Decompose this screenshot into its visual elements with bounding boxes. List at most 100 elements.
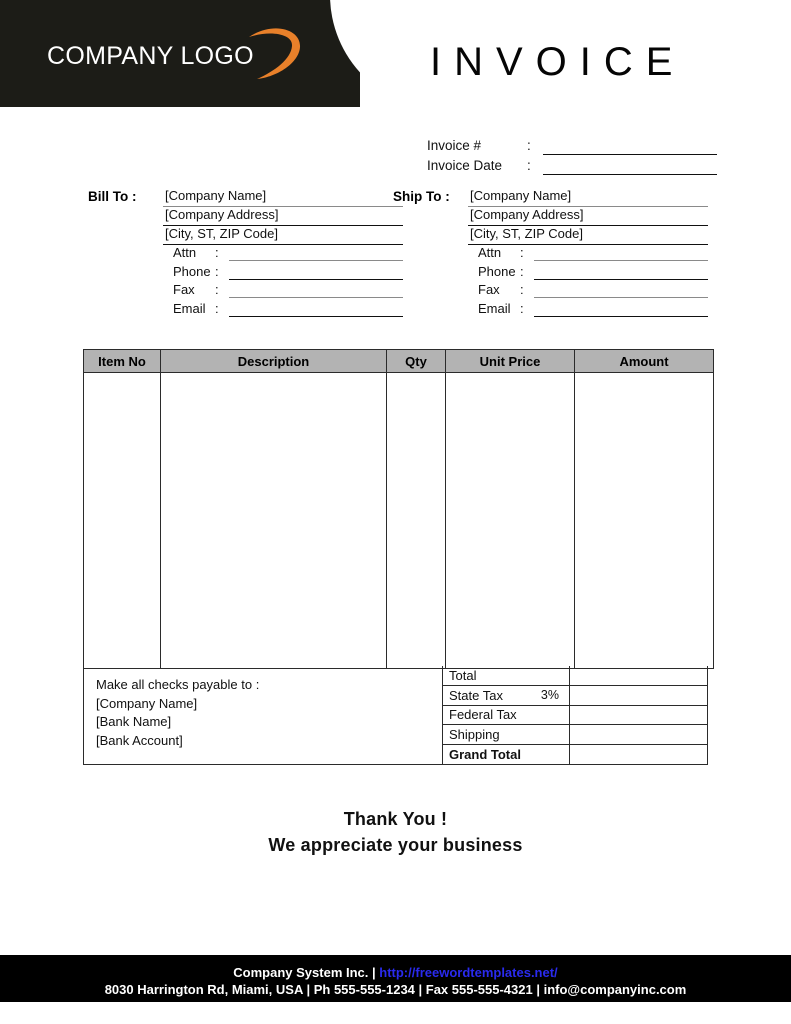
bill-to-attn-colon: : <box>215 245 219 260</box>
bill-to-attn-input[interactable] <box>229 245 403 261</box>
thank-you-line-1: Thank You ! <box>343 809 448 829</box>
totals-row-total: Total <box>443 666 707 686</box>
bill-to-fax-input[interactable] <box>229 282 403 298</box>
invoice-date-row: Invoice Date : <box>427 158 717 178</box>
totals-row-federal-tax: Federal Tax <box>443 705 707 726</box>
column-header-item-no: Item No <box>83 349 161 373</box>
totals-value-state-tax[interactable] <box>570 686 707 705</box>
company-logo-text: COMPANY LOGO <box>47 42 254 70</box>
ship-to-fields: [Company Name] [Company Address] [City, … <box>468 188 708 319</box>
line-items-header: Item No Description Qty Unit Price Amoun… <box>83 349 714 373</box>
totals-label-shipping: Shipping <box>443 725 570 745</box>
bill-to-title: Bill To : <box>88 189 137 204</box>
thank-you-message: Thank You ! We appreciate your business <box>0 806 791 858</box>
bill-to-phone-row: Phone : <box>163 264 403 283</box>
ship-to-email-row: Email : <box>468 301 708 320</box>
payable-bank-name: [Bank Name] <box>96 714 172 730</box>
totals-label-federal-tax-text: Federal Tax <box>449 707 517 723</box>
bill-to-attn-row: Attn : <box>163 245 403 264</box>
page-footer: Company System Inc. | http://freewordtem… <box>0 955 791 1002</box>
totals-label-state-tax: State Tax 3% <box>443 685 570 705</box>
invoice-date-colon: : <box>527 158 531 173</box>
page-title: INVOICE <box>430 40 686 84</box>
footer-contact-line: 8030 Harrington Rd, Miami, USA | Ph 555-… <box>104 982 687 997</box>
invoice-number-input[interactable] <box>543 138 717 155</box>
invoice-number-colon: : <box>527 138 531 153</box>
bill-to-company-address-row[interactable]: [Company Address] <box>163 207 403 226</box>
invoice-number-label: Invoice # <box>427 138 482 153</box>
totals-row-grand-total: Grand Total <box>443 745 707 764</box>
ship-to-company-name-row[interactable]: [Company Name] <box>468 188 708 207</box>
totals-label-total-text: Total <box>449 667 477 683</box>
logo-swoosh-icon <box>243 23 305 85</box>
totals-block: Total State Tax 3% Federal Tax Shipping … <box>443 666 707 764</box>
invoice-meta: Invoice # : Invoice Date : <box>427 138 717 178</box>
bill-to-city-state-zip-row[interactable]: [City, ST, ZIP Code] <box>163 226 403 245</box>
bill-to-fax-colon: : <box>215 282 219 297</box>
payable-company-name: [Company Name] <box>96 695 198 711</box>
bill-to-company-address: [Company Address] <box>165 207 279 222</box>
totals-label-grand-total-text: Grand Total <box>449 747 521 763</box>
line-items-body <box>83 372 714 669</box>
totals-value-total[interactable] <box>570 666 707 685</box>
footer-company-line: Company System Inc. | http://freewordtem… <box>0 964 791 981</box>
bill-to-fax-label: Fax <box>173 282 195 297</box>
ship-to-attn-input[interactable] <box>534 245 708 261</box>
column-header-qty: Qty <box>386 349 446 373</box>
summary-block: Make all checks payable to : [Company Na… <box>83 666 708 765</box>
cell-item-no[interactable] <box>83 372 161 669</box>
bill-to-company-name-row[interactable]: [Company Name] <box>163 188 403 207</box>
ship-to-attn-colon: : <box>520 245 524 260</box>
footer-company-name: Company System Inc. | <box>233 965 380 980</box>
ship-to-email-colon: : <box>520 300 524 316</box>
invoice-number-row: Invoice # : <box>427 138 717 158</box>
ship-to-attn-row: Attn : <box>468 245 708 264</box>
totals-label-total: Total <box>443 666 570 685</box>
payable-to-block: Make all checks payable to : [Company Na… <box>84 666 443 764</box>
ship-to-fax-label: Fax <box>478 282 500 297</box>
totals-value-shipping[interactable] <box>570 725 707 744</box>
bill-to-city-state-zip: [City, ST, ZIP Code] <box>165 226 278 241</box>
bill-to-phone-colon: : <box>215 263 219 279</box>
line-items-table: Item No Description Qty Unit Price Amoun… <box>83 349 714 669</box>
ship-to-city-state-zip-row[interactable]: [City, ST, ZIP Code] <box>468 226 708 245</box>
ship-to-fax-colon: : <box>520 282 524 297</box>
ship-to-company-address-row[interactable]: [Company Address] <box>468 207 708 226</box>
bill-to-company-name: [Company Name] <box>165 188 267 203</box>
ship-to-attn-label: Attn <box>478 245 502 260</box>
totals-value-grand-total[interactable] <box>570 745 707 764</box>
ship-to-phone-label: Phone <box>478 263 516 279</box>
invoice-page: COMPANY LOGO INVOICE Invoice # : Invoice… <box>0 0 791 1024</box>
cell-description[interactable] <box>160 372 387 669</box>
state-tax-rate: 3% <box>540 688 559 703</box>
totals-label-state-tax-text: State Tax <box>449 687 503 703</box>
bill-to-email-input[interactable] <box>229 301 403 317</box>
bill-to-attn-label: Attn <box>173 245 197 260</box>
ship-to-fax-row: Fax : <box>468 282 708 301</box>
totals-value-federal-tax[interactable] <box>570 706 707 725</box>
cell-amount[interactable] <box>574 372 714 669</box>
bill-to-fields: [Company Name] [Company Address] [City, … <box>163 188 403 319</box>
totals-label-grand-total: Grand Total <box>443 745 570 764</box>
ship-to-email-label: Email <box>478 300 511 316</box>
ship-to-company-name: [Company Name] <box>470 188 572 203</box>
cell-unit-price[interactable] <box>445 372 575 669</box>
bill-to-phone-label: Phone <box>173 263 211 279</box>
footer-website-link[interactable]: http://freewordtemplates.net/ <box>379 965 557 980</box>
bill-to-email-colon: : <box>215 300 219 316</box>
invoice-date-input[interactable] <box>543 158 717 175</box>
column-header-unit-price: Unit Price <box>445 349 575 373</box>
summary-grid: Make all checks payable to : [Company Na… <box>83 666 708 765</box>
ship-to-fax-input[interactable] <box>534 282 708 298</box>
cell-qty[interactable] <box>386 372 446 669</box>
bill-to-phone-input[interactable] <box>229 264 403 280</box>
ship-to-company-address: [Company Address] <box>470 207 584 222</box>
payable-instruction: Make all checks payable to : <box>96 677 260 692</box>
ship-to-email-input[interactable] <box>534 301 708 317</box>
totals-row-state-tax: State Tax 3% <box>443 685 707 706</box>
ship-to-city-state-zip: [City, ST, ZIP Code] <box>470 226 583 241</box>
invoice-date-label: Invoice Date <box>427 158 503 173</box>
totals-label-federal-tax: Federal Tax <box>443 705 570 725</box>
ship-to-phone-input[interactable] <box>534 264 708 280</box>
column-header-amount: Amount <box>574 349 714 373</box>
